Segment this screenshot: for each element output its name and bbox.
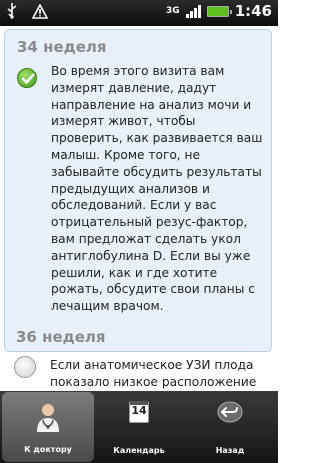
doctor-icon [35,402,61,434]
week-description-next: Если анатомическое УЗИ плода показало ни… [50,358,257,389]
tab-label: Календарь [113,446,165,455]
status-bar: 3G 1:46 [0,0,278,26]
tab-calendar[interactable]: 14 Календарь [93,391,185,463]
back-icon [217,401,243,425]
calendar-icon: 14 [129,401,149,423]
tab-doctor[interactable]: К доктору [2,392,94,462]
clock: 1:46 [234,2,272,20]
week-description: Во время этого визита вам измерят давлен… [51,64,263,314]
checkmark-icon[interactable] [17,68,37,88]
unchecked-circle-icon[interactable] [14,356,36,378]
week-title-next: 36 неделя [16,328,106,346]
tab-label: Назад [215,446,245,455]
usb-icon [6,3,18,22]
week-title: 34 неделя [17,38,107,56]
bottom-tab-bar: К доктору 14 Календарь Назад [0,391,278,463]
tab-back[interactable]: Назад [184,391,276,463]
tab-label: К доктору [24,445,72,454]
signal-icon [185,4,201,18]
week-list[interactable]: 34 неделя Во время этого визита вам изме… [0,26,278,391]
battery-icon [206,5,232,17]
network-type-indicator: 3G [166,5,180,16]
warning-icon [31,2,49,22]
week-card-current[interactable]: 34 неделя Во время этого визита вам изме… [4,29,272,352]
